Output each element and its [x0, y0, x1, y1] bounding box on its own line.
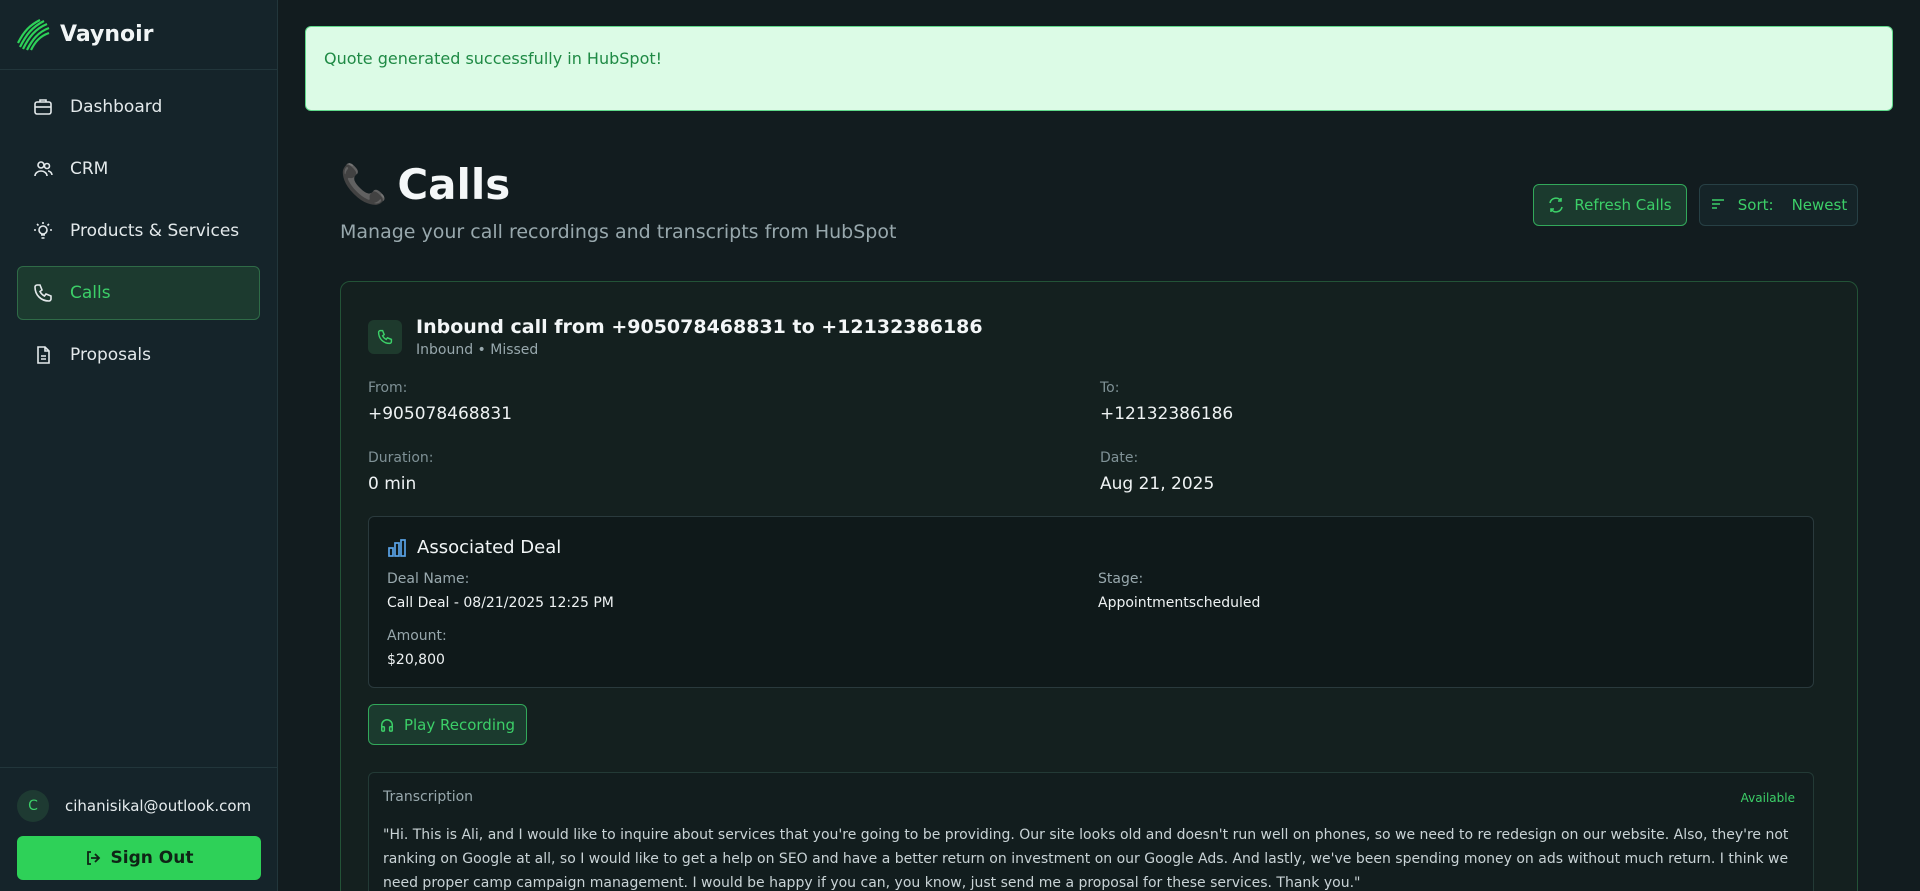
refresh-calls-label: Refresh Calls [1574, 196, 1672, 214]
to-label: To: [1100, 380, 1120, 396]
sidebar-item-label: Products & Services [70, 221, 240, 241]
sort-button[interactable]: Sort: Newest [1699, 184, 1858, 226]
user-email: cihanisikal@outlook.com [65, 797, 252, 815]
transcription-text: "Hi. This is Ali, and I would like to in… [383, 827, 1789, 891]
users-icon [32, 158, 54, 180]
sidebar-nav: Dashboard CRM Products & Services Calls … [0, 70, 277, 382]
sidebar-item-label: Proposals [70, 345, 152, 365]
sort-icon [1710, 197, 1726, 213]
brand[interactable]: Vaynoir [0, 0, 277, 70]
sidebar-item-products[interactable]: Products & Services [17, 204, 260, 258]
sidebar-footer: C cihanisikal@outlook.com Sign Out [0, 767, 278, 891]
call-header: Inbound call from +905078468831 to +1213… [368, 316, 983, 358]
call-card: Inbound call from +905078468831 to +1213… [340, 281, 1858, 891]
page-subtitle: Manage your call recordings and transcri… [340, 221, 897, 243]
brand-name: Vaynoir [60, 22, 154, 47]
sidebar-item-proposals[interactable]: Proposals [17, 328, 260, 382]
deal-amount-label: Amount: [387, 628, 447, 644]
document-icon [32, 344, 54, 366]
deal-title-text: Associated Deal [417, 537, 562, 558]
sidebar: Vaynoir Dashboard CRM Products & Service… [0, 0, 278, 891]
main-content: Quote generated successfully in HubSpot!… [279, 0, 1920, 891]
refresh-icon [1548, 197, 1564, 213]
deal-amount-field: Amount: $20,800 [387, 628, 447, 668]
bar-chart-icon [387, 538, 407, 558]
call-title: Inbound call from +905078468831 to +1213… [416, 316, 983, 338]
duration-value: 0 min [368, 474, 417, 494]
from-value: +905078468831 [368, 404, 513, 424]
deal-name-value: Call Deal - 08/21/2025 12:25 PM [387, 595, 614, 611]
headphones-icon [380, 718, 394, 732]
deal-amount-value: $20,800 [387, 652, 445, 668]
sidebar-item-dashboard[interactable]: Dashboard [17, 80, 260, 134]
lightbulb-icon [32, 220, 54, 242]
telephone-icon: 📞 [340, 162, 388, 206]
duration-field: Duration: 0 min [368, 450, 434, 494]
play-recording-button[interactable]: Play Recording [368, 704, 527, 745]
sidebar-item-crm[interactable]: CRM [17, 142, 260, 196]
sidebar-item-label: Dashboard [70, 97, 163, 117]
deal-title: Associated Deal [387, 537, 561, 558]
sort-label: Sort: [1737, 196, 1774, 214]
success-toast: Quote generated successfully in HubSpot! [305, 26, 1893, 111]
play-recording-label: Play Recording [403, 715, 516, 734]
transcription-panel: Transcription Available "Hi. This is Ali… [368, 772, 1814, 891]
deal-name-label: Deal Name: [387, 571, 470, 587]
sign-out-label: Sign Out [110, 848, 194, 868]
to-field: To: +12132386186 [1100, 380, 1233, 424]
from-label: From: [368, 380, 408, 396]
avatar: C [17, 790, 49, 822]
page-title-text: Calls [397, 160, 511, 209]
sign-out-icon [85, 850, 101, 866]
to-value: +12132386186 [1100, 404, 1234, 424]
deal-stage-label: Stage: [1098, 571, 1144, 587]
deal-stage-field: Stage: Appointmentscheduled [1098, 571, 1260, 611]
phone-icon [32, 282, 54, 304]
date-field: Date: Aug 21, 2025 [1100, 450, 1214, 494]
associated-deal: Associated Deal Deal Name: Call Deal - 0… [368, 516, 1814, 688]
call-phone-icon [368, 320, 402, 354]
call-meta: Inbound • Missed [416, 342, 539, 358]
sort-value: Newest [1791, 196, 1848, 214]
sidebar-item-label: Calls [70, 283, 111, 303]
date-value: Aug 21, 2025 [1100, 474, 1215, 494]
deal-name-field: Deal Name: Call Deal - 08/21/2025 12:25 … [387, 571, 614, 611]
from-field: From: +905078468831 [368, 380, 512, 424]
refresh-calls-button[interactable]: Refresh Calls [1533, 184, 1687, 226]
page-title: 📞 Calls [340, 160, 896, 209]
page-header: 📞 Calls Manage your call recordings and … [340, 160, 896, 243]
deal-stage-value: Appointmentscheduled [1098, 595, 1261, 611]
user-info: C cihanisikal@outlook.com [0, 768, 278, 828]
sidebar-item-label: CRM [70, 159, 109, 179]
sidebar-item-calls[interactable]: Calls [17, 266, 260, 320]
transcription-status: Available [1740, 791, 1795, 805]
briefcase-icon [32, 96, 54, 118]
sign-out-button[interactable]: Sign Out [17, 836, 261, 880]
date-label: Date: [1100, 450, 1139, 466]
transcription-label: Transcription [383, 789, 474, 805]
duration-label: Duration: [368, 450, 434, 466]
vaynoir-logo-icon [17, 18, 50, 50]
